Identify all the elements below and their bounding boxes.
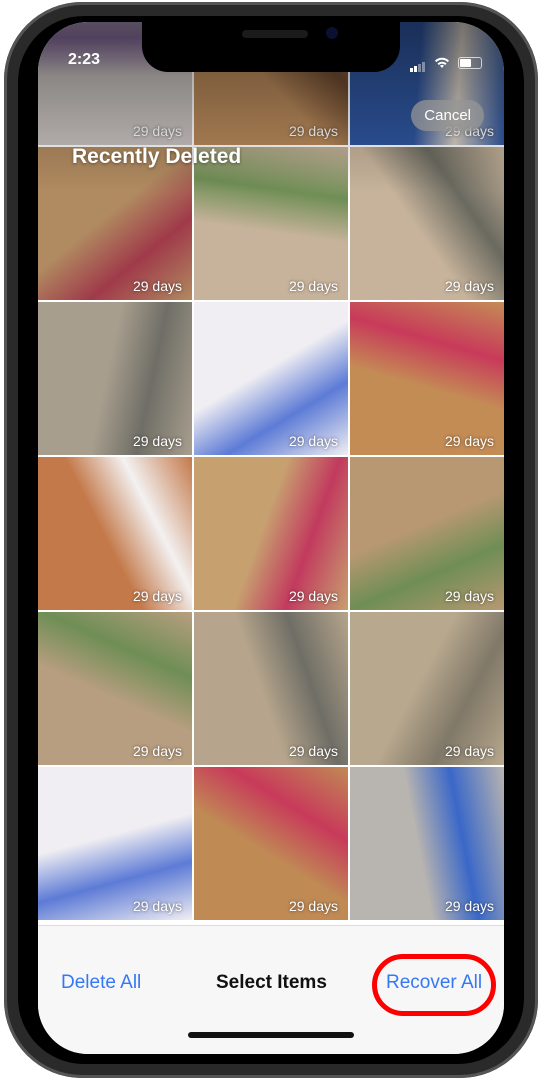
status-time: 2:23 [68,51,101,68]
photo-thumbnail[interactable]: 29 days [194,767,348,920]
days-remaining-label: 29 days [288,278,338,294]
signal-icon [410,54,426,72]
days-remaining-label: 29 days [132,898,182,914]
photo-thumbnail[interactable]: 29 days [194,147,348,300]
screen: 29 days 29 days 29 days 29 days 29 days 29 da… [38,22,504,1054]
select-items-label: Select Items [216,972,327,993]
bottom-toolbar: Delete All Select Items Recover All [38,925,504,1054]
battery-icon [458,57,482,69]
days-remaining-label: 29 days [288,588,338,604]
days-remaining-label: 29 days [288,123,338,139]
days-remaining-label: 29 days [132,123,182,139]
notch [142,22,400,72]
wifi-icon [435,57,449,68]
status-icons [410,54,482,72]
days-remaining-label: 29 days [288,898,338,914]
photo-thumbnail[interactable]: 29 days [350,612,504,765]
cancel-button[interactable]: Cancel [411,100,484,131]
photo-thumbnail[interactable]: 29 days [38,302,192,455]
photo-thumbnail[interactable]: 29 days [194,302,348,455]
days-remaining-label: 29 days [132,743,182,759]
days-remaining-label: 29 days [444,743,494,759]
home-indicator[interactable] [188,1032,354,1038]
days-remaining-label: 29 days [132,588,182,604]
photo-thumbnail[interactable]: 29 days [194,457,348,610]
photo-thumbnail[interactable]: 29 days [350,302,504,455]
days-remaining-label: 29 days [444,898,494,914]
photo-thumbnail[interactable]: 29 days [350,147,504,300]
days-remaining-label: 29 days [288,743,338,759]
photo-thumbnail[interactable]: 29 days [38,612,192,765]
camera [326,27,338,39]
photo-thumbnail[interactable]: 29 days [38,147,192,300]
days-remaining-label: 29 days [444,433,494,449]
page-title: Recently Deleted [72,145,242,168]
days-remaining-label: 29 days [444,278,494,294]
photo-thumbnail[interactable]: 29 days [350,767,504,920]
days-remaining-label: 29 days [132,278,182,294]
photo-thumbnail[interactable]: 29 days [194,612,348,765]
speaker [242,30,308,38]
days-remaining-label: 29 days [288,433,338,449]
photo-thumbnail[interactable]: 29 days [38,767,192,920]
highlight-circle [372,954,496,1016]
days-remaining-label: 29 days [132,433,182,449]
photo-thumbnail[interactable]: 29 days [350,457,504,610]
delete-all-button[interactable]: Delete All [61,972,141,994]
days-remaining-label: 29 days [444,588,494,604]
photo-thumbnail[interactable]: 29 days [38,457,192,610]
